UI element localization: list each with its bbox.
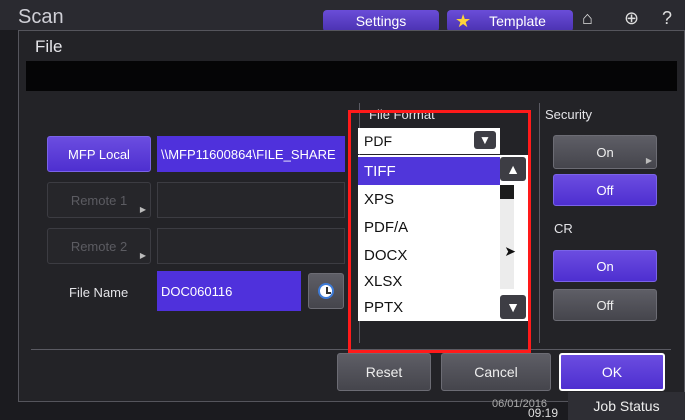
arrow-right-icon: ▶ [645, 156, 652, 165]
remote1-button[interactable]: Remote 1 ▶ [47, 182, 151, 218]
annotation-highlight-box [348, 110, 531, 353]
job-status-button[interactable]: Job Status [568, 392, 685, 420]
remote2-path-field[interactable] [157, 228, 345, 264]
remote2-label: Remote 2 [70, 238, 128, 254]
arrow-right-icon: ▶ [139, 205, 146, 214]
timestamp-button[interactable] [308, 273, 344, 309]
help-icon[interactable]: ? [662, 8, 672, 29]
divider [539, 103, 540, 343]
security-off-button[interactable]: Off [553, 174, 657, 206]
remote2-button[interactable]: Remote 2 ▶ [47, 228, 151, 264]
star-icon: ★ [455, 10, 472, 31]
message-strip [26, 61, 677, 91]
ocr-on-button[interactable]: On [553, 250, 657, 282]
security-on-label: On [596, 144, 614, 160]
globe-icon[interactable]: ⊕ [624, 8, 639, 29]
mfp-local-button[interactable]: MFP Local [47, 136, 151, 172]
template-label: Template [489, 13, 546, 29]
file-name-field[interactable]: DOC060116 [157, 271, 301, 311]
ocr-label: CR [554, 221, 573, 236]
remote1-path-field[interactable] [157, 182, 345, 218]
settings-button[interactable]: Settings [323, 10, 439, 32]
remote1-label: Remote 1 [70, 192, 128, 208]
home-icon[interactable]: ⌂ [582, 8, 593, 29]
file-name-label: File Name [69, 285, 129, 300]
mfp-path-field[interactable]: \\MFP11600864\FILE_SHARE [157, 136, 345, 172]
arrow-right-icon: ▶ [139, 251, 146, 260]
security-label: Security [545, 107, 592, 122]
ok-button[interactable]: OK [559, 353, 665, 391]
app-title: Scan [18, 6, 64, 28]
time-readout: 09:19 [528, 406, 559, 420]
cancel-button[interactable]: Cancel [441, 353, 551, 391]
security-on-button[interactable]: On ▶ [553, 135, 657, 169]
clock-icon [318, 283, 334, 299]
reset-button[interactable]: Reset [337, 353, 431, 391]
ocr-off-button[interactable]: Off [553, 289, 657, 321]
template-button[interactable]: ★ Template [447, 10, 573, 32]
dialog-title: File [35, 37, 63, 56]
